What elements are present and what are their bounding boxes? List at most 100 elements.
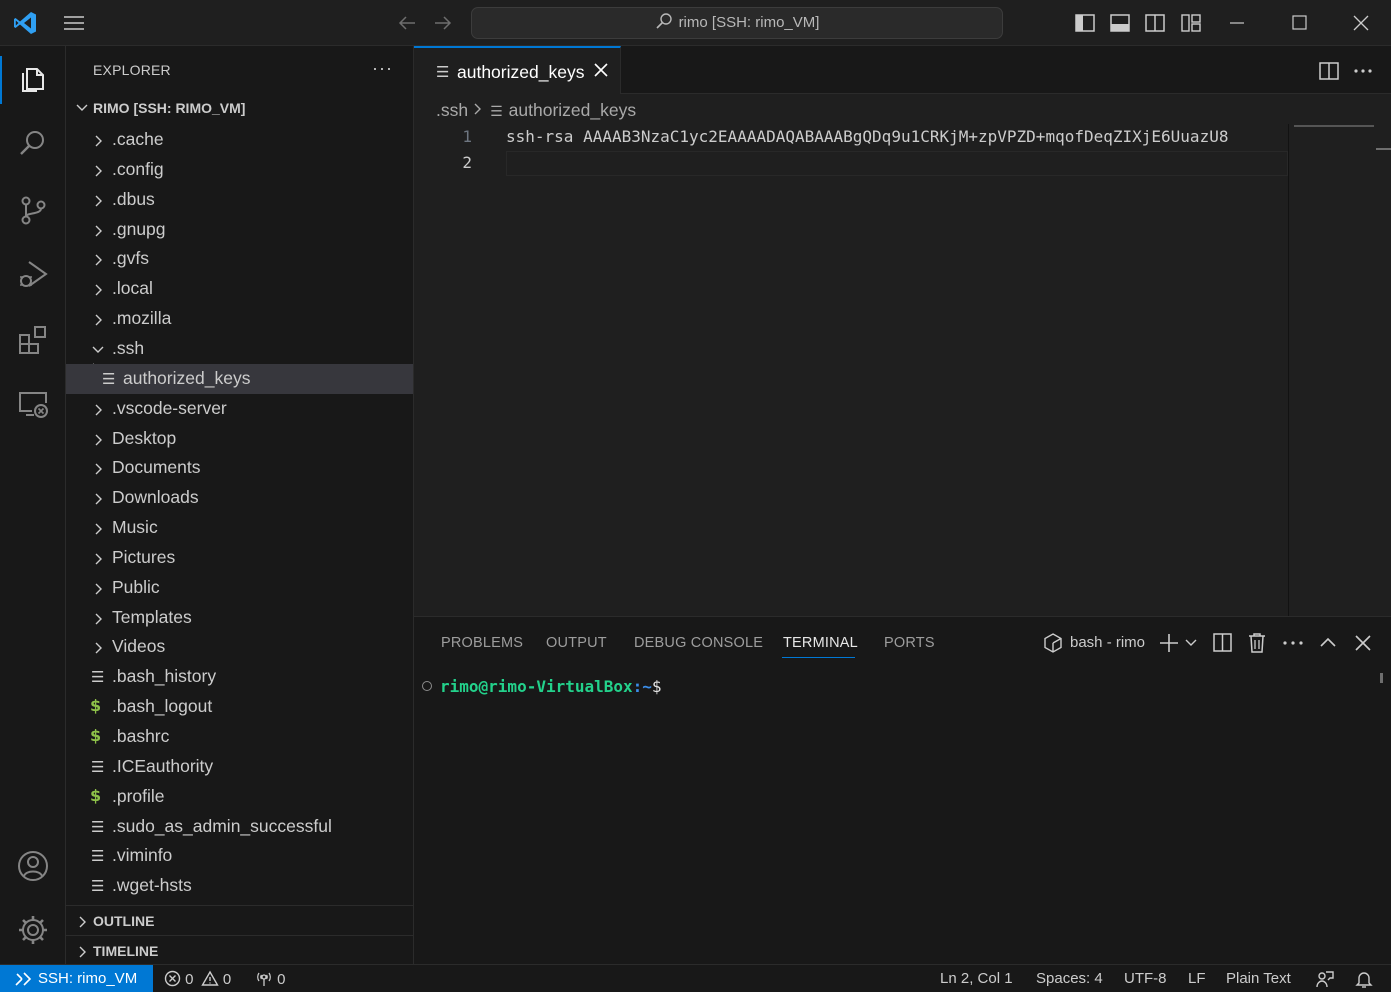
folder-item[interactable]: .dbus [66,185,413,215]
extensions-icon[interactable] [0,308,66,372]
more-actions-icon[interactable]: ··· [372,58,393,79]
folder-item[interactable]: Public [66,573,413,603]
file-item[interactable]: $ .bashrc [66,722,413,752]
folder-item[interactable]: .vscode-server [66,394,413,424]
text-file-icon: ☰ [436,64,450,81]
remote-explorer-icon[interactable] [0,372,66,436]
terminal-prompt-line[interactable]: rimo@rimo-VirtualBox:~$ [422,677,662,696]
maximize-icon[interactable] [1279,8,1319,38]
chevron-right-icon [95,642,102,654]
folder-item[interactable]: Videos [66,632,413,662]
tree-item-label: .bashrc [112,726,170,746]
accounts-icon[interactable] [0,834,66,898]
file-item[interactable]: $ .bash_logout [66,692,413,722]
minimap[interactable] [1294,125,1374,127]
tree-item-label: .wget-hsts [112,875,192,896]
arrow-left-icon[interactable] [396,12,418,34]
tree-item-label: .config [112,158,164,179]
split-terminal-icon[interactable] [1211,631,1235,655]
new-terminal-icon[interactable] [1158,631,1200,655]
file-item[interactable]: ☰ .viminfo [66,841,413,871]
trash-icon[interactable] [1245,631,1269,655]
menu-icon[interactable] [62,12,86,34]
arrow-right-icon[interactable] [432,12,454,34]
tree-item-label: Videos [112,636,166,657]
run-debug-icon[interactable] [0,242,66,306]
more-actions-icon[interactable] [1352,60,1374,82]
file-item[interactable]: ☰ .sudo_as_admin_successful [66,812,413,842]
ports-status[interactable]: 0 [255,970,286,988]
problems-status[interactable]: 0 0 [164,970,231,988]
close-tab-icon[interactable] [592,61,610,79]
explorer-icon[interactable] [0,48,66,112]
tree-item-label: .ssh [112,337,145,358]
folder-item[interactable]: Music [66,513,413,543]
encoding-status[interactable]: UTF-8 [1124,970,1167,987]
more-actions-icon[interactable] [1281,631,1305,655]
tab-authorized-keys[interactable]: ☰ authorized_keys [414,46,621,94]
breadcrumb-folder[interactable]: .ssh [436,100,468,120]
close-icon[interactable] [1341,8,1381,38]
tree-item-label: authorized_keys [123,367,251,388]
minimize-icon[interactable] [1217,8,1257,38]
chevron-right-icon [95,314,102,326]
terminal-scrollbar[interactable] [1380,673,1383,683]
tree-item-label: .viminfo [112,845,173,866]
toggle-secondary-sidebar-icon[interactable] [1143,11,1167,35]
folder-item[interactable]: .gnupg [66,215,413,245]
folder-item[interactable]: Desktop [66,424,413,454]
outline-section[interactable]: OUTLINE [66,905,413,935]
terminal-selector[interactable]: bash - rimo [1042,631,1152,655]
close-panel-icon[interactable] [1351,631,1375,655]
split-editor-icon[interactable] [1318,60,1340,82]
chevron-right-icon [95,434,102,445]
chevron-right-icon [472,100,484,121]
folder-item[interactable]: .ssh [66,334,413,364]
tree-item-label: Desktop [112,427,177,448]
maximize-panel-icon[interactable] [1316,631,1340,655]
remote-indicator[interactable]: SSH: rimo_VM [0,965,153,992]
indentation-status[interactable]: Spaces: 4 [1036,970,1103,987]
file-item[interactable]: ☰ .wget-hsts [66,871,413,901]
command-center-search[interactable]: rimo [SSH: rimo_VM] [471,7,1003,39]
sidebar-title: EXPLORER [93,62,171,78]
folder-item[interactable]: Templates [66,603,413,633]
source-control-icon[interactable] [0,178,66,242]
tab-terminal[interactable]: TERMINAL [783,635,858,651]
folder-item[interactable]: .config [66,155,413,185]
tab-ports[interactable]: PORTS [884,635,935,651]
file-item[interactable]: $ .profile [66,782,413,812]
error-count: 0 [185,971,194,988]
folder-item[interactable]: Documents [66,453,413,483]
file-item[interactable]: ☰ .ICEauthority [66,752,413,782]
eol-status[interactable]: LF [1188,970,1206,987]
tab-problems[interactable]: PROBLEMS [441,635,523,651]
code-line[interactable]: ssh-rsa AAAAB3NzaC1yc2EAAAADAQABAAABgQDq… [506,127,1288,146]
folder-item[interactable]: .mozilla [66,304,413,334]
workspace-root[interactable]: RIMO [SSH: RIMO_VM] [66,95,414,121]
timeline-section[interactable]: TIMELINE [66,935,413,965]
breadcrumb-file[interactable]: authorized_keys [509,100,636,120]
prompt-symbol: $ [651,677,662,696]
tree-item-label: .dbus [112,188,155,209]
tab-debug-console[interactable]: DEBUG CONSOLE [634,635,763,651]
feedback-icon[interactable] [1315,969,1335,992]
folder-item[interactable]: .gvfs [66,244,413,274]
code-editor[interactable]: 1 2 ssh-rsa AAAAB3NzaC1yc2EAAAADAQABAAAB… [414,124,1391,616]
toggle-panel-icon[interactable] [1108,11,1132,35]
manage-gear-icon[interactable] [0,898,66,962]
tree-item-label: .vscode-server [112,397,227,418]
tab-output[interactable]: OUTPUT [546,635,607,651]
toggle-primary-sidebar-icon[interactable] [1073,11,1097,35]
file-item[interactable]: ☰ .bash_history [66,662,413,692]
folder-item[interactable]: Downloads [66,483,413,513]
file-item[interactable]: ☰ authorized_keys [66,363,413,394]
language-mode[interactable]: Plain Text [1226,970,1291,987]
folder-item[interactable]: Pictures [66,543,413,573]
cursor-position[interactable]: Ln 2, Col 1 [940,970,1013,987]
search-icon[interactable] [0,112,66,176]
bell-icon[interactable] [1354,969,1374,992]
folder-item[interactable]: .local [66,274,413,304]
folder-item[interactable]: .cache [66,125,413,155]
customize-layout-icon[interactable] [1179,11,1203,35]
